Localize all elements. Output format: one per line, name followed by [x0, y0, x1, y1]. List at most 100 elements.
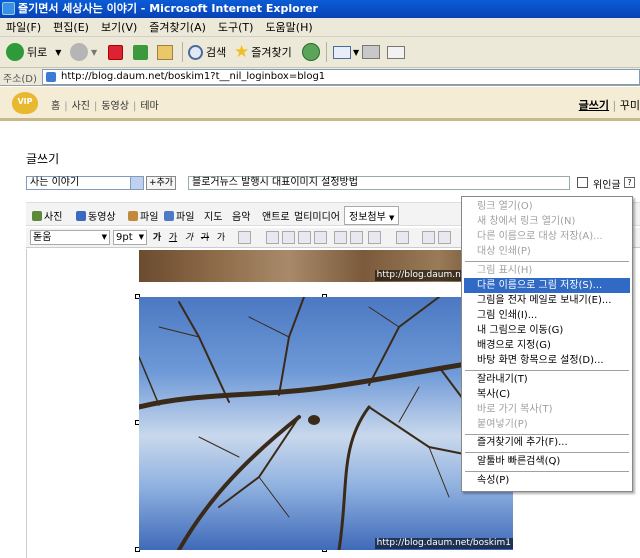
font-select[interactable]: 돋움 ▼ [30, 230, 110, 245]
indent-button[interactable] [334, 231, 347, 244]
info-attach-dropdown[interactable]: 정보첨부 ▼ [344, 206, 400, 225]
vip-badge: VIP [12, 92, 38, 114]
help-icon[interactable]: ? [624, 177, 635, 188]
size-value: 9pt [116, 232, 133, 243]
menu-cut[interactable]: 잘라내기(T) [464, 372, 630, 387]
insert-photo-button[interactable]: 사진 [32, 208, 62, 223]
chevron-down-icon: ▼ [389, 214, 395, 222]
insert-file-button[interactable]: 파일 [128, 208, 158, 223]
menu-edit[interactable]: 편집(E) [47, 18, 95, 37]
nav-home[interactable]: 홈 [49, 101, 62, 112]
font-color-button[interactable]: 가 [214, 231, 228, 245]
menu-paste[interactable]: 붙여넣기(P) [464, 417, 630, 432]
outdent-button[interactable] [350, 231, 363, 244]
italic-button[interactable]: 가 [182, 231, 196, 245]
mail-button[interactable]: ▼ [333, 41, 359, 63]
edit-button[interactable] [387, 41, 405, 63]
insert-map-button[interactable]: 지도 [204, 208, 222, 223]
favorites-button[interactable]: ★ 즐겨찾기 [234, 41, 292, 63]
align-right-button[interactable] [298, 231, 311, 244]
edit-icon [387, 45, 405, 59]
search-button[interactable]: 검색 [188, 41, 226, 63]
strike-button[interactable]: 가 [198, 231, 212, 245]
tree-branches-image [139, 297, 513, 550]
page-icon [46, 72, 56, 82]
photo-top-partial[interactable]: http://blog.daum.net/boskim1 [139, 250, 513, 282]
hr-button[interactable] [438, 231, 451, 244]
menu-altoolbar-search[interactable]: 알툴바 빠른검색(Q) [464, 454, 630, 469]
back-button[interactable]: 뒤로 ▼ [6, 41, 61, 63]
menu-email-picture[interactable]: 그림을 전자 메일로 보내기(E)... [464, 293, 630, 308]
mail-icon [333, 45, 351, 59]
menu-tools[interactable]: 도구(T) [212, 18, 260, 37]
home-button[interactable] [157, 41, 173, 63]
write-link[interactable]: 글쓰기 [579, 99, 609, 112]
category-select[interactable]: 사는 이야기 [26, 176, 144, 190]
menu-open-link[interactable]: 링크 열기(O) [464, 199, 630, 214]
photo-watermark: http://blog.daum.net/boskim1 [374, 538, 513, 549]
video-icon [76, 211, 86, 221]
align-justify-button[interactable] [314, 231, 327, 244]
menu-print-target[interactable]: 대상 인쇄(P) [464, 244, 630, 259]
menu-favorites[interactable]: 즐겨찾기(A) [143, 18, 212, 37]
back-arrow-icon [6, 43, 24, 61]
align-left-button[interactable] [266, 231, 279, 244]
stop-icon [108, 44, 123, 60]
insert-multimedia-button[interactable]: 멀티미디어 [294, 208, 340, 223]
menu-file[interactable]: 파일(F) [0, 18, 47, 37]
menu-save-target-as[interactable]: 다른 이름으로 대상 저장(A)... [464, 229, 630, 244]
photo-icon [32, 211, 42, 221]
menu-copy-shortcut[interactable]: 바로 가기 복사(T) [464, 402, 630, 417]
forward-button[interactable]: ▼ [70, 41, 97, 63]
menu-set-desktop-item[interactable]: 바탕 화면 항목으로 설정(D)... [464, 353, 630, 368]
menu-view[interactable]: 보기(V) [95, 18, 143, 37]
menu-save-picture-as[interactable]: 다른 이름으로 그림 저장(S)... [464, 278, 630, 293]
history-icon [302, 43, 320, 61]
menu-properties[interactable]: 속성(P) [464, 473, 630, 488]
selected-photo[interactable]: http://blog.daum.net/boskim1 [139, 297, 513, 550]
menu-show-picture[interactable]: 그림 표시(H) [464, 263, 630, 278]
menu-add-favorites[interactable]: 즐겨찾기에 추가(F)... [464, 435, 630, 450]
address-url: http://blog.daum.net/boskim1?t__nil_logi… [61, 71, 326, 82]
align-center-button[interactable] [282, 231, 295, 244]
stop-button[interactable] [108, 41, 123, 63]
address-input[interactable]: http://blog.daum.net/boskim1?t__nil_logi… [42, 69, 640, 85]
nav-theme[interactable]: 테마 [138, 101, 160, 112]
history-button[interactable] [302, 41, 323, 63]
menu-print-picture[interactable]: 그림 인쇄(I)... [464, 308, 630, 323]
refresh-icon [133, 44, 148, 60]
insert-video-button[interactable]: 동영상 [76, 208, 116, 223]
font-value: 돋움 [33, 232, 52, 243]
menu-set-background[interactable]: 배경으로 지정(G) [464, 338, 630, 353]
add-category-button[interactable]: +추가 [146, 176, 176, 190]
nav-photo[interactable]: 사진 [70, 101, 92, 112]
menu-help[interactable]: 도움말(H) [259, 18, 318, 37]
line-spacing-button[interactable] [368, 231, 381, 244]
insert-entro-button[interactable]: 앤트로 [262, 208, 290, 223]
insert-file2-button[interactable]: 파일 [164, 208, 194, 223]
refresh-button[interactable] [133, 41, 148, 63]
chevron-down-icon [130, 177, 143, 189]
list-button[interactable] [396, 231, 409, 244]
size-select[interactable]: 9pt ▼ [113, 230, 147, 245]
address-bar: 주소(D) http://blog.daum.net/boskim1?t__ni… [0, 68, 640, 86]
chevron-down-icon: ▼ [91, 47, 98, 57]
table-button[interactable] [422, 231, 435, 244]
decorate-link[interactable]: 꾸미 [620, 99, 640, 112]
blog-right-links: 글쓰기 | 꾸미 [578, 99, 640, 112]
search-icon [188, 44, 203, 60]
print-button[interactable] [362, 41, 380, 63]
nav-video[interactable]: 동영상 [99, 101, 131, 112]
bold-button[interactable]: 가 [150, 231, 164, 245]
menu-open-link-new-window[interactable]: 새 창에서 링크 열기(N) [464, 214, 630, 229]
window-title-bar[interactable]: 즐기면서 세상사는 이야기 - Microsoft Internet Explo… [0, 0, 640, 18]
menu-copy[interactable]: 복사(C) [464, 387, 630, 402]
insert-music-button[interactable]: 음악 [232, 208, 250, 223]
file-icon [164, 211, 174, 221]
menu-go-my-pictures[interactable]: 내 그림으로 이동(G) [464, 323, 630, 338]
bg-color-button[interactable] [238, 231, 251, 244]
underline-button[interactable]: 가 [166, 231, 180, 245]
post-title-input[interactable]: 블로거뉴스 발행시 대표이미지 설정방법 [188, 176, 570, 190]
menu-bar: 파일(F) 편집(E) 보기(V) 즐겨찾기(A) 도구(T) 도움말(H) [0, 18, 640, 37]
checkbox[interactable] [577, 177, 588, 188]
